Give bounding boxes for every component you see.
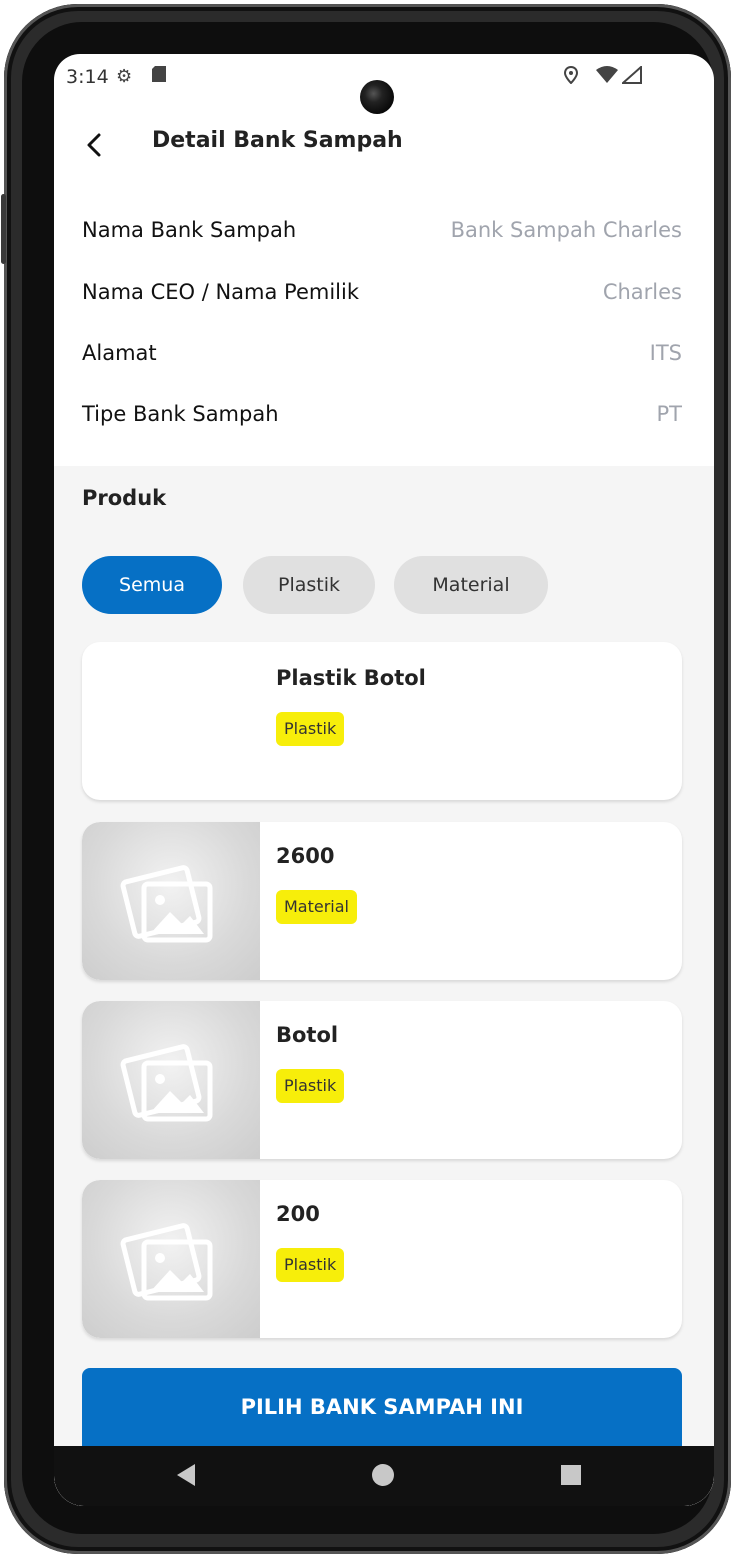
- signal-icon: [620, 64, 642, 89]
- detail-label: Alamat: [82, 341, 157, 365]
- page-title: Detail Bank Sampah: [152, 128, 403, 153]
- product-image-placeholder: [82, 1180, 260, 1338]
- product-name: Plastik Botol: [276, 666, 426, 690]
- power-button: [1, 194, 6, 264]
- detail-row-nama-ceo: Nama CEO / Nama Pemilik Charles: [54, 274, 714, 314]
- product-card[interactable]: 2600 Material: [82, 822, 682, 980]
- product-name: Botol: [276, 1023, 339, 1047]
- product-card[interactable]: Botol Plastik: [82, 1001, 682, 1159]
- image-placeholder-icon: [120, 1223, 213, 1301]
- phone-frame: 3:14 ⚙ Detail Bank Sampah Nama Bank Samp…: [1, 4, 731, 1554]
- detail-value: ITS: [649, 341, 682, 365]
- sd-card-icon: [152, 66, 166, 87]
- status-time: 3:14: [66, 66, 109, 88]
- category-badge: Plastik: [276, 1069, 345, 1103]
- product-name: 2600: [276, 844, 335, 868]
- section-title: Produk: [82, 486, 167, 510]
- filter-chip-material[interactable]: Material: [394, 556, 548, 614]
- filter-chip-plastik[interactable]: Plastik: [243, 556, 375, 614]
- product-image-placeholder: [82, 822, 260, 980]
- nav-recents-icon[interactable]: [561, 1465, 581, 1485]
- category-badge: Plastik: [276, 712, 345, 746]
- app-screen: 3:14 ⚙ Detail Bank Sampah Nama Bank Samp…: [54, 54, 714, 1506]
- category-badge: Material: [276, 890, 357, 924]
- detail-value: PT: [656, 402, 683, 426]
- products-section: Produk Semua Plastik Material Plastik Bo…: [54, 466, 714, 1506]
- detail-value: Bank Sampah Charles: [450, 218, 682, 242]
- product-name: 200: [276, 1202, 320, 1226]
- image-placeholder-icon: [120, 865, 213, 943]
- nav-back-icon[interactable]: [177, 1464, 195, 1486]
- detail-label: Nama Bank Sampah: [82, 218, 297, 242]
- front-camera: [360, 80, 394, 114]
- back-button[interactable]: [76, 124, 112, 164]
- detail-value: Charles: [602, 280, 682, 304]
- filter-chip-semua[interactable]: Semua: [82, 556, 222, 614]
- detail-row-alamat: Alamat ITS: [54, 335, 714, 375]
- detail-label: Nama CEO / Nama Pemilik: [82, 280, 359, 304]
- product-card[interactable]: 200 Plastik: [82, 1180, 682, 1338]
- system-nav-bar: [54, 1446, 714, 1506]
- wifi-icon: [596, 66, 618, 89]
- product-card[interactable]: Plastik Botol Plastik: [82, 642, 682, 800]
- detail-label: Tipe Bank Sampah: [82, 402, 279, 426]
- location-icon: [563, 65, 579, 89]
- category-badge: Plastik: [276, 1248, 345, 1282]
- product-image-placeholder: [82, 1001, 260, 1159]
- detail-row-tipe: Tipe Bank Sampah PT: [54, 396, 714, 436]
- detail-row-nama-bank: Nama Bank Sampah Bank Sampah Charles: [54, 212, 714, 252]
- nav-home-icon[interactable]: [372, 1464, 394, 1486]
- chevron-left-icon: [87, 133, 101, 157]
- image-placeholder-icon: [120, 1044, 213, 1122]
- app-bar: Detail Bank Sampah: [54, 114, 714, 174]
- settings-icon: ⚙: [116, 66, 133, 87]
- choose-bank-button[interactable]: PILIH BANK SAMPAH INI: [82, 1368, 682, 1452]
